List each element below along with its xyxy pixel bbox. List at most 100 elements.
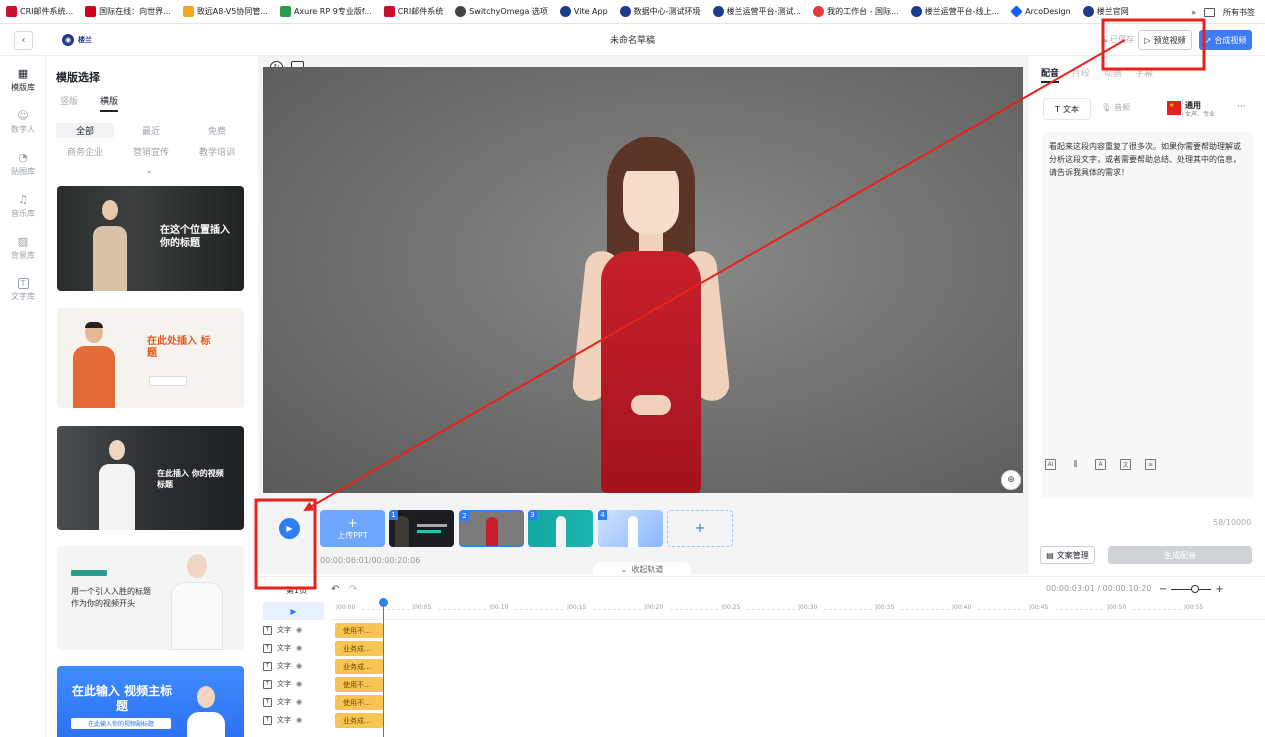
video-preview[interactable] (263, 67, 1023, 493)
nav-item-text[interactable]: T 文字库 (0, 278, 46, 302)
text-track[interactable]: T 文字 ◉ (263, 693, 333, 711)
tab-animation[interactable]: 动画 (1104, 66, 1122, 79)
nav-item-music[interactable]: ♫ 音乐库 (0, 194, 46, 219)
text-track[interactable]: T 文字 ◉ (263, 675, 333, 693)
ai-write-icon[interactable]: AI (1045, 459, 1056, 470)
scene-thumbnail-selected[interactable]: 2 (459, 510, 524, 547)
filter-marketing[interactable]: 营销宣传 (122, 144, 180, 159)
collapse-track-button[interactable]: ⌄ 收起轨道 (593, 562, 691, 576)
template-card-title: 在此处插入 标题 (147, 336, 211, 359)
zoom-in-button[interactable]: ⊕ (1001, 470, 1021, 490)
zoom-in-button[interactable]: + (1215, 584, 1223, 595)
script-manager-button[interactable]: ▤ 文案管理 (1040, 546, 1095, 564)
timeline-play-button[interactable]: ▶ (263, 602, 324, 620)
text-clip[interactable]: 业务成... (335, 641, 383, 656)
text-clip[interactable]: 使用不... (335, 623, 383, 638)
bookmark[interactable]: ArcoDesign (1010, 5, 1071, 18)
bookmark[interactable]: CRI邮件系统... (6, 6, 73, 17)
eye-icon[interactable]: ◉ (296, 716, 302, 724)
tab-dubbing[interactable]: 配音 (1041, 66, 1059, 79)
folder-icon (1204, 7, 1215, 17)
app-root: CRI邮件系统... 国际在线：向世界... 致远A8-V5协同管... Axu… (0, 0, 1265, 737)
redo-icon[interactable]: ↷ (349, 584, 357, 595)
bookmark[interactable]: CRI邮件系统 (383, 6, 443, 17)
scene-thumbnail[interactable]: 1 (389, 510, 454, 547)
eye-icon[interactable]: ◉ (296, 662, 302, 670)
zoom-slider-handle[interactable] (1191, 585, 1200, 593)
filter-recent[interactable]: 最近 (122, 123, 180, 138)
save-status: ☁ 已保存 (1100, 35, 1134, 44)
template-card[interactable]: 在此输入 视频主标题 在此输入你的视频副标题 (57, 666, 244, 737)
bookmark[interactable]: 楼兰运营平台-线上... (910, 6, 999, 17)
text-track[interactable]: T 文字 ◉ (263, 657, 333, 675)
nav-item-stickers[interactable]: ◔ 贴图库 (0, 152, 46, 177)
bookmark[interactable]: 国际在线：向世界... (85, 6, 171, 17)
eye-icon[interactable]: ◉ (296, 680, 302, 688)
bookmark-favicon (383, 6, 395, 17)
text-clip[interactable]: 业务成... (335, 659, 383, 674)
bookmark[interactable]: Vite App (559, 6, 608, 17)
playhead[interactable] (383, 600, 384, 737)
bookmark[interactable]: 楼兰运营平台-测试... (712, 6, 801, 17)
script-textarea[interactable]: 看起来这段内容重复了很多次。如果你需要帮助理解或分析这段文字，或者需要帮助总结、… (1041, 132, 1253, 498)
all-bookmarks-link[interactable]: 所有书签 (1223, 7, 1255, 18)
scene-thumbnail[interactable]: 4 (598, 510, 663, 547)
audio-mode-button[interactable]: 🎙 音频 (1101, 102, 1130, 113)
ruler-dash (593, 609, 641, 610)
zoom-icon: ⊕ (1007, 475, 1015, 485)
bookmark[interactable]: 我的工作台 - 国际... (813, 6, 899, 17)
eye-icon[interactable]: ◉ (296, 644, 302, 652)
ruler-dash (824, 609, 872, 610)
text-clip[interactable]: 业务成... (335, 713, 383, 728)
scene-thumbnail[interactable]: 3 (528, 510, 593, 547)
more-options-icon[interactable]: ··· (1237, 102, 1246, 112)
text-clip[interactable]: 使用不... (335, 677, 383, 692)
compose-video-button[interactable]: ↗ 合成视频 (1199, 30, 1252, 50)
zoom-out-button[interactable]: − (1159, 584, 1167, 595)
play-icon: ▶ (286, 524, 293, 533)
upload-ppt-button[interactable]: + 上传PPT (320, 510, 385, 547)
eye-icon[interactable]: ◉ (296, 626, 302, 634)
nav-item-avatar[interactable]: ☺ 数字人 (0, 110, 46, 135)
tab-segment[interactable]: 片段 (1072, 66, 1090, 79)
document-icon[interactable]: ≡ (1145, 459, 1156, 470)
text-track[interactable]: T 文字 ◉ (263, 621, 333, 639)
eye-icon[interactable]: ◉ (296, 698, 302, 706)
text-clip[interactable]: 使用不... (335, 695, 383, 710)
zoom-slider[interactable] (1171, 585, 1212, 593)
playhead-handle[interactable] (379, 598, 388, 607)
bookmark[interactable]: 楼兰官网 (1082, 6, 1129, 17)
template-card[interactable]: 在这个位置插入 你的标题 (57, 186, 244, 291)
bookmark[interactable]: SwitchyOmega 选项 (455, 6, 548, 17)
bookmark[interactable]: 数据中心-测试环境 (619, 6, 701, 17)
text-format-icon[interactable]: A (1095, 459, 1106, 470)
nav-item-templates[interactable]: ▦ 模版库 (0, 68, 46, 93)
tab-subtitle[interactable]: 字幕 (1135, 66, 1153, 79)
template-card[interactable]: 在此处插入 标题 (57, 308, 244, 408)
nav-item-backgrounds[interactable]: ▨ 背景库 (0, 236, 46, 261)
ruler-dash (747, 609, 795, 610)
text-mode-button[interactable]: T 文本 (1043, 98, 1091, 120)
add-scene-button[interactable]: + (667, 510, 733, 547)
filter-all[interactable]: 全部 (56, 123, 114, 138)
preview-video-button[interactable]: ▷ 预览视频 (1138, 30, 1192, 50)
undo-icon[interactable]: ↶ (331, 584, 339, 595)
text-track[interactable]: T 文字 ◉ (263, 639, 333, 657)
bookmark[interactable]: 致远A8-V5协同管... (182, 6, 268, 17)
template-library: 模版选择 竖版 横版 全部 最近 免费 商务企业 营销宣传 教学培训 ⌄ 在这个… (46, 56, 258, 737)
generate-dubbing-button[interactable]: 生成配音 (1108, 546, 1252, 564)
expand-filters-chevron-icon[interactable]: ⌄ (146, 166, 153, 175)
bookmarks-overflow-button[interactable]: » (1191, 8, 1196, 17)
translate-icon[interactable]: 文 (1120, 459, 1131, 470)
filter-training[interactable]: 教学培训 (188, 144, 246, 159)
pause-insert-icon[interactable]: ⦀ (1070, 459, 1081, 470)
play-button[interactable]: ▶ (279, 518, 300, 539)
tab-portrait[interactable]: 竖版 (60, 94, 78, 107)
filter-business[interactable]: 商务企业 (56, 144, 114, 159)
template-card[interactable]: 在此插入 你的视频标题 (57, 426, 244, 530)
text-track[interactable]: T 文字 ◉ (263, 711, 333, 729)
tab-landscape[interactable]: 横版 (100, 94, 119, 112)
template-card[interactable]: 用一个引人入胜的标题 作为你的视频开头 (57, 546, 244, 650)
filter-free[interactable]: 免费 (188, 123, 246, 138)
bookmark[interactable]: Axure RP 9专业版f... (279, 6, 372, 17)
